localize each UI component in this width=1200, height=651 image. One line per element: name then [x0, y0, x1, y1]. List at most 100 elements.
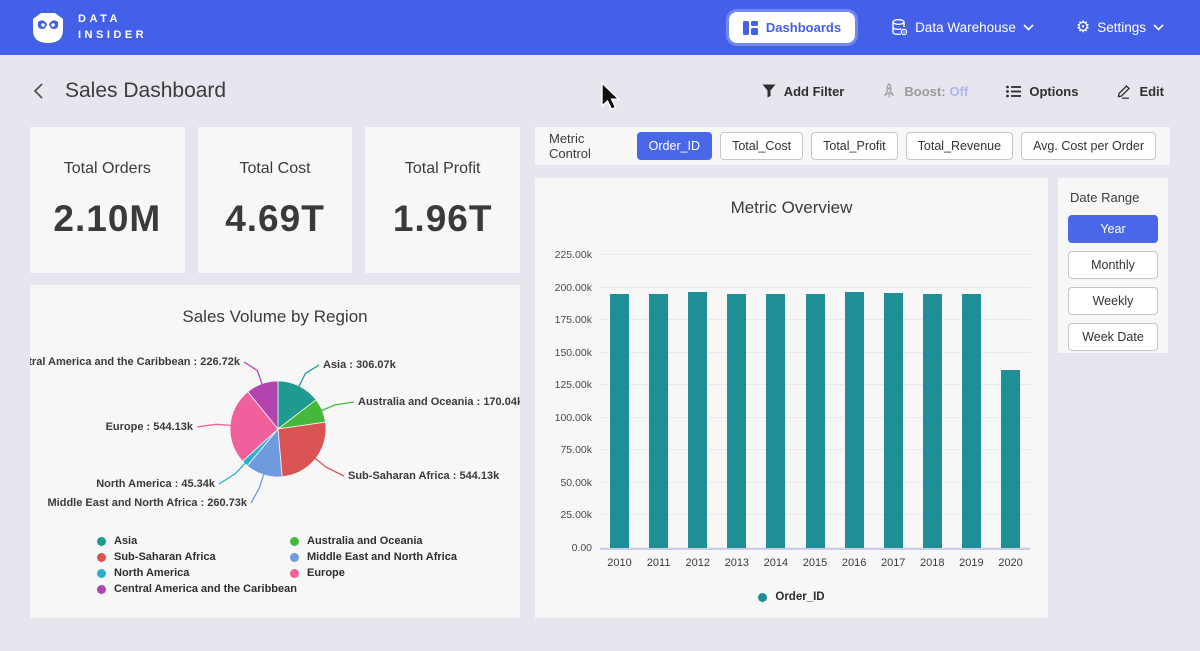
date-range-option-weekly[interactable]: Weekly: [1068, 287, 1158, 315]
legend-dot: [97, 585, 106, 594]
kpi-label: Total Profit: [405, 160, 481, 178]
pie-legend-item-central-america-and-the-caribbean[interactable]: Central America and the Caribbean: [97, 581, 297, 597]
pie-callout-label-north-america: North America : 45.34k: [96, 478, 216, 490]
x-axis-label: 2011: [639, 557, 678, 569]
list-options-icon: [1006, 85, 1021, 98]
kpi-label: Total Orders: [64, 160, 151, 178]
pie-callout-label-europe: Europe : 544.13k: [106, 421, 194, 433]
metric-option-avg-cost-per-order[interactable]: Avg. Cost per Order: [1021, 132, 1156, 160]
options-button[interactable]: Options: [1000, 83, 1084, 100]
x-axis-label: 2019: [952, 557, 991, 569]
bar-2015[interactable]: [806, 294, 825, 548]
metric-option-total-cost[interactable]: Total_Cost: [720, 132, 803, 160]
bar-2011[interactable]: [649, 294, 668, 548]
metric-control-label: Metric Control: [549, 131, 623, 161]
bar-slot: [717, 244, 756, 548]
bar-slot: [835, 244, 874, 548]
bar-chart-card: Metric Overview 0.0025.00k50.00k75.00k10…: [535, 178, 1048, 618]
pie-legend-column-2: Australia and Oceania Middle East and Nor…: [290, 533, 457, 581]
pie-callout-label-central-america-and-the-caribbean: Central America and the Caribbean : 226.…: [30, 356, 241, 368]
edit-label: Edit: [1139, 84, 1164, 99]
options-label: Options: [1029, 84, 1078, 99]
edit-button[interactable]: Edit: [1110, 83, 1170, 100]
pie-legend-item-europe[interactable]: Europe: [290, 565, 457, 581]
pie-legend-item-sub-saharan-africa[interactable]: Sub-Saharan Africa: [97, 549, 297, 565]
pie-legend-item-north-america[interactable]: North America: [97, 565, 297, 581]
brand-name-line2: INSIDER: [78, 28, 147, 43]
pie-callout-line: [219, 461, 248, 484]
bar-slot: [639, 244, 678, 548]
bar-2012[interactable]: [688, 292, 707, 548]
pie-legend-item-middle-east-and-north-africa[interactable]: Middle East and North Africa: [290, 549, 457, 565]
legend-dot: [97, 537, 106, 546]
metric-option-total-revenue[interactable]: Total_Revenue: [906, 132, 1013, 160]
add-filter-button[interactable]: Add Filter: [756, 83, 851, 100]
chevron-down-icon: [1023, 24, 1034, 31]
data-warehouse-menu[interactable]: Data Warehouse: [885, 18, 1040, 37]
dashboards-button-label: Dashboards: [766, 20, 841, 35]
bar-2020[interactable]: [1001, 370, 1020, 548]
pie-legend-label: Asia: [114, 535, 137, 547]
legend-dot: [290, 553, 299, 562]
chevron-left-icon: [32, 82, 46, 100]
pie-callout-line: [319, 402, 355, 412]
x-axis-label: 2018: [913, 557, 952, 569]
bar-2014[interactable]: [766, 294, 785, 548]
brand-logo[interactable]: DATA INSIDER: [30, 12, 147, 44]
pie-legend-item-australia-and-oceania[interactable]: Australia and Oceania: [290, 533, 457, 549]
bar-slot: [756, 244, 795, 548]
bar-slot: [600, 244, 639, 548]
pie-legend-item-asia[interactable]: Asia: [97, 533, 297, 549]
date-range-buttons: Year Monthly Weekly Week Date: [1068, 215, 1158, 351]
navbar: DATA INSIDER Dashboards Data Warehouse: [0, 0, 1200, 55]
bar-2018[interactable]: [923, 294, 942, 548]
pie-callout-line: [197, 424, 234, 427]
brand-name-line1: DATA: [78, 12, 147, 27]
kpi-card-total-orders: Total Orders2.10M: [30, 127, 185, 273]
settings-menu[interactable]: ⚙ Settings: [1070, 19, 1170, 37]
kpi-value: 1.96T: [393, 198, 493, 240]
owl-logo-icon: [30, 12, 66, 44]
boost-status-value: Off: [950, 84, 969, 99]
date-range-option-monthly[interactable]: Monthly: [1068, 251, 1158, 279]
date-range-option-year[interactable]: Year: [1068, 215, 1158, 243]
page-header: Sales Dashboard Add Filter Boost: Off: [0, 55, 1200, 127]
gear-icon: ⚙: [1076, 20, 1090, 36]
left-column: Total Orders2.10MTotal Cost4.69TTotal Pr…: [30, 127, 520, 618]
pie-legend-label: North America: [114, 567, 189, 579]
pie-slice-sub-saharan-africa[interactable]: [278, 422, 326, 477]
navbar-menu: Dashboards Data Warehouse ⚙ Settings: [729, 12, 1170, 43]
y-axis-tick: 100.00k: [540, 412, 592, 424]
kpi-card-total-profit: Total Profit 1.96T: [365, 127, 520, 273]
x-axis-label: 2015: [795, 557, 834, 569]
x-axis-label: 2012: [678, 557, 717, 569]
pie-legend-label: Australia and Oceania: [307, 535, 423, 547]
y-axis-tick: 125.00k: [540, 379, 592, 391]
back-button[interactable]: [30, 80, 48, 102]
y-axis-tick: 25.00k: [540, 509, 592, 521]
data-warehouse-label: Data Warehouse: [915, 20, 1016, 35]
kpi-card-total-cost: Total Cost4.69T: [198, 127, 353, 273]
date-range-label: Date Range: [1068, 190, 1158, 205]
date-range-option-week-date[interactable]: Week Date: [1068, 323, 1158, 351]
pie-legend-label: Middle East and North Africa: [307, 551, 457, 563]
dashboard-grid-icon: [743, 21, 758, 35]
bar-2016[interactable]: [845, 292, 864, 548]
pie-callout-label-asia: Asia : 306.07k: [323, 359, 397, 371]
bar-chart-legend-item[interactable]: Order_ID: [535, 591, 1048, 603]
add-filter-label: Add Filter: [784, 84, 845, 99]
bar-slot: [795, 244, 834, 548]
bar-2013[interactable]: [727, 294, 746, 548]
pie-callout-label-sub-saharan-africa: Sub-Saharan Africa : 544.13k: [348, 470, 500, 482]
bar-2010[interactable]: [610, 294, 629, 548]
bar-2017[interactable]: [884, 293, 903, 548]
pie-chart-title: Sales Volume by Region: [30, 285, 520, 327]
dashboard-content: Total Orders2.10MTotal Cost4.69TTotal Pr…: [0, 127, 1200, 618]
boost-toggle[interactable]: Boost: Off: [876, 82, 974, 100]
legend-dot: [758, 593, 767, 602]
dashboards-button[interactable]: Dashboards: [729, 12, 855, 43]
metric-option-total-profit[interactable]: Total_Profit: [811, 132, 898, 160]
legend-dot: [97, 553, 106, 562]
metric-option-order-id[interactable]: Order_ID: [637, 132, 712, 160]
bar-2019[interactable]: [962, 294, 981, 548]
